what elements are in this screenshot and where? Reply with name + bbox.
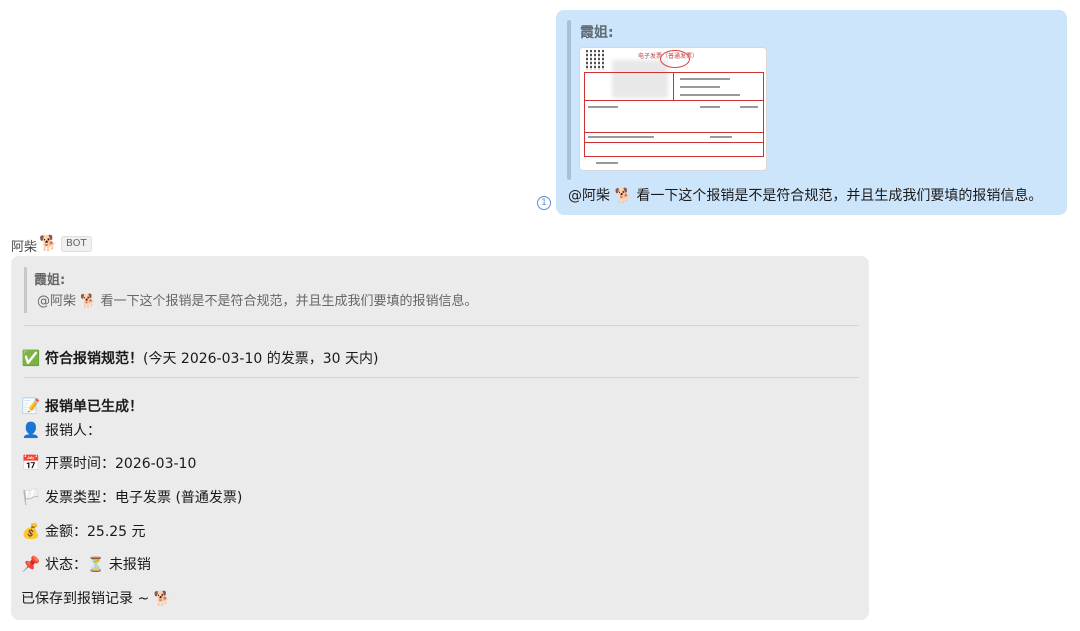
field-reimburser: 👤 报销人： [21,420,101,440]
quote-sender: 霞姐: [34,273,66,288]
pushpin-icon: 📌 [21,555,41,573]
compliance-line: ✅ 符合报销规范！(今天 2026-03-10 的发票，30 天内) [21,348,379,368]
invoice-text [588,106,618,108]
invoice-text [700,106,720,108]
flag-icon: 🏳️ [21,488,41,506]
calendar-icon: 📅 [21,454,41,472]
invoice-image[interactable]: 电子发票（普通发票） [579,47,767,171]
person-icon: 👤 [21,421,41,439]
dog-icon: 🐕 [39,234,58,252]
field-label: 开票时间： [45,456,115,472]
field-label: 报销人： [45,423,101,439]
field-invoice-date: 📅 开票时间：2026-03-10 [21,453,197,473]
invoice-text [624,136,654,138]
quote-bar [567,20,571,180]
memo-icon: 📝 [21,397,41,415]
field-value: 25.25 元 [87,524,146,540]
bot-badge: BOT [61,236,92,252]
bot-name[interactable]: 阿柴 [11,236,37,255]
message-text: @阿柴 🐕 看一下这个报销是不是符合规范，并且生成我们要填的报销信息。 [568,188,1043,204]
invoice-rule [584,132,764,133]
footer-text: 已保存到报销记录 ~ 🐕 [21,591,172,607]
invoice-text [680,78,730,80]
bot-reply-bubble[interactable]: 霞姐: @阿柴 🐕 看一下这个报销是不是符合规范，并且生成我们要填的报销信息。 … [11,256,869,620]
field-value: 电子发票 (普通发票) [115,490,243,506]
qr-code-icon [586,50,606,70]
invoice-rule [584,72,585,156]
invoice-text [740,106,758,108]
read-receipt-icon[interactable]: 1 [537,196,551,210]
compliance-title: 符合报销规范！ [45,351,143,367]
quote-sender: 霞姐: [580,25,614,41]
invoice-text [680,86,720,88]
invoice-rule [584,156,764,157]
generated-title: 报销单已生成！ [45,399,143,415]
money-bag-icon: 💰 [21,522,41,540]
invoice-text [710,136,732,138]
invoice-text [588,136,624,138]
field-amount: 💰 金额：25.25 元 [21,521,146,541]
blurred-area [612,60,668,98]
field-value: ⏳ 未报销 [87,557,151,573]
invoice-stamp [660,50,690,68]
invoice-rule [763,72,764,156]
compliance-note: (今天 2026-03-10 的发票，30 天内) [143,351,379,367]
field-invoice-type: 🏳️ 发票类型：电子发票 (普通发票) [21,487,243,507]
check-icon: ✅ [21,349,41,367]
invoice-rule [584,142,764,143]
field-label: 状态： [45,557,87,573]
invoice-rule [584,72,764,73]
divider [24,377,859,378]
field-label: 发票类型： [45,490,115,506]
field-label: 金额： [45,524,87,540]
generated-line: 📝 报销单已生成！ [21,396,143,416]
field-value: 2026-03-10 [115,456,197,472]
outgoing-message-bubble[interactable]: 霞姐: 电子发票（普通发票） @阿柴 🐕 看一下这个报销是不是符合规范，并且生成… [556,10,1067,215]
quote-text: @阿柴 🐕 看一下这个报销是不是符合规范，并且生成我们要填的报销信息。 [37,294,478,309]
invoice-text [680,94,740,96]
field-status: 📌 状态：⏳ 未报销 [21,554,151,574]
divider [24,325,859,326]
invoice-rule [673,72,674,100]
invoice-rule [584,100,764,101]
quote-bar [24,267,27,313]
invoice-text [596,162,618,164]
